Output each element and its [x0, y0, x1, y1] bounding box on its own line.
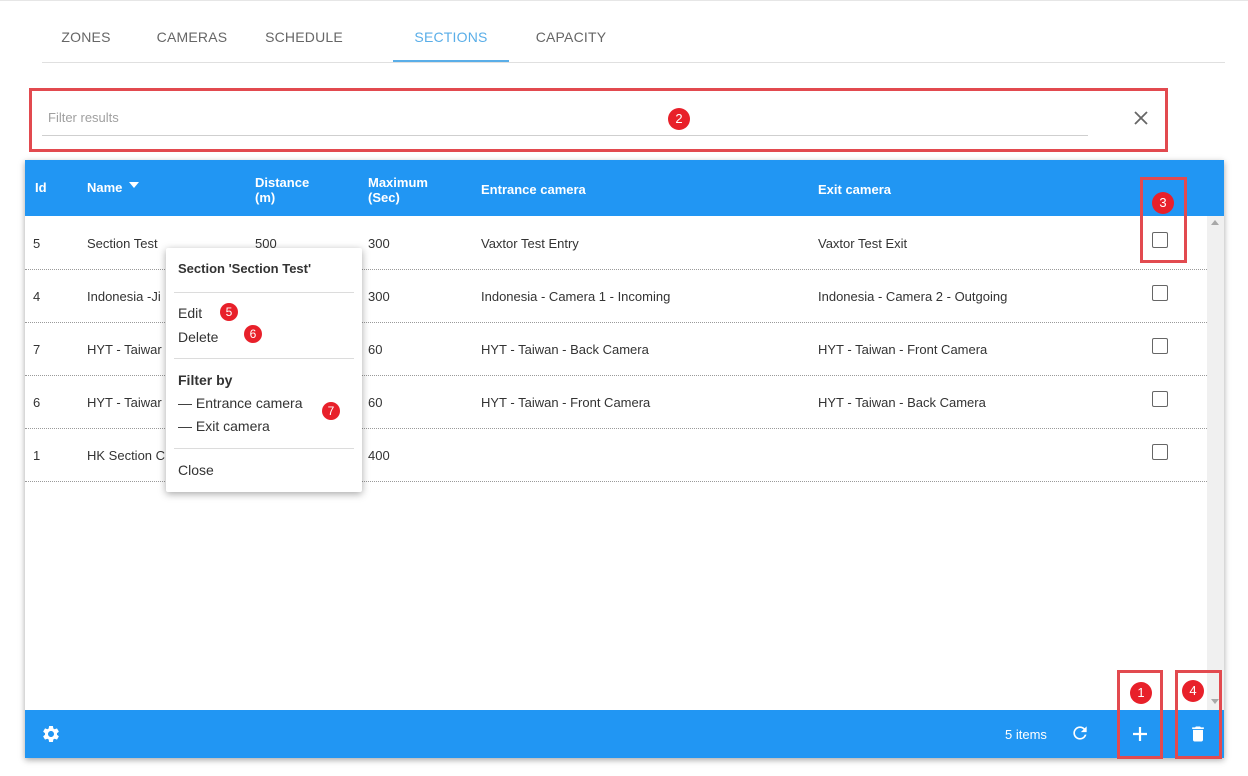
cell-exit-camera: Indonesia - Camera 2 - Outgoing: [818, 289, 1008, 304]
top-divider: [0, 0, 1248, 1]
column-header-id[interactable]: Id: [35, 180, 47, 195]
cell-exit-camera: HYT - Taiwan - Back Camera: [818, 395, 986, 410]
tab-capacity[interactable]: CAPACITY: [522, 18, 620, 62]
annotation-badge: 2: [668, 108, 690, 130]
cell-name: HYT - Taiwar: [87, 395, 162, 410]
row-checkbox[interactable]: [1152, 444, 1168, 460]
context-menu-filter-entrance[interactable]: — Entrance camera: [178, 395, 303, 411]
cell-name: HK Section C: [87, 448, 166, 463]
column-header-distance-line1: Distance: [255, 175, 310, 190]
context-menu-close[interactable]: Close: [178, 462, 214, 478]
column-header-maximum[interactable]: Maximum (Sec): [368, 175, 428, 205]
cell-id: 5: [33, 236, 41, 251]
context-menu-filter-heading: Filter by: [178, 372, 233, 388]
cell-id: 1: [33, 448, 41, 463]
cell-name: HYT - Taiwar: [87, 342, 162, 357]
cell-id: 4: [33, 289, 41, 304]
annotation-badge: 1: [1130, 682, 1152, 704]
tab-schedule[interactable]: SCHEDULE: [254, 18, 354, 62]
row-context-menu: Section 'Section Test' Edit Delete Filte…: [166, 248, 362, 492]
annotation-badge: 7: [322, 402, 340, 420]
column-header-maximum-line1: Maximum: [368, 175, 428, 190]
cell-entrance-camera: Vaxtor Test Entry: [481, 236, 579, 251]
scroll-up-arrow-icon[interactable]: [1211, 220, 1219, 225]
column-header-distance-line2: (m): [255, 190, 276, 205]
table-header: Id Name Distance (m) Maximum (Sec) Entra…: [25, 160, 1224, 216]
cell-entrance-camera: Indonesia - Camera 1 - Incoming: [481, 289, 671, 304]
column-header-exit-camera[interactable]: Exit camera: [818, 182, 891, 197]
cell-entrance-camera: HYT - Taiwan - Front Camera: [481, 395, 651, 410]
tab-sections[interactable]: SECTIONS: [393, 18, 509, 62]
gear-icon[interactable]: [41, 724, 61, 744]
column-header-maximum-line2: (Sec): [368, 190, 400, 205]
column-header-name[interactable]: Name: [87, 180, 122, 195]
row-checkbox[interactable]: [1152, 285, 1168, 301]
column-header-entrance-camera[interactable]: Entrance camera: [481, 182, 586, 197]
row-checkbox[interactable]: [1152, 338, 1168, 354]
tab-cameras[interactable]: CAMERAS: [146, 18, 238, 62]
cell-id: 7: [33, 342, 41, 357]
cell-exit-camera: HYT - Taiwan - Front Camera: [818, 342, 988, 357]
cell-name: Indonesia -Ji: [87, 289, 161, 304]
context-menu-title: Section 'Section Test': [178, 261, 312, 276]
annotation-badge: 3: [1152, 192, 1174, 214]
context-menu-edit[interactable]: Edit: [178, 305, 202, 321]
item-count: 5 items: [1005, 727, 1047, 742]
sort-descending-caret-icon[interactable]: [129, 182, 139, 188]
context-menu-delete[interactable]: Delete: [178, 329, 218, 345]
context-menu-filter-exit[interactable]: — Exit camera: [178, 418, 270, 434]
annotation-badge: 6: [244, 325, 262, 343]
tabs-divider: [42, 62, 1225, 63]
context-menu-divider: [174, 448, 354, 449]
annotation-box-checkbox: [1140, 177, 1187, 263]
cell-entrance-camera: HYT - Taiwan - Back Camera: [481, 342, 649, 357]
cell-exit-camera: Vaxtor Test Exit: [818, 236, 908, 251]
context-menu-divider: [174, 358, 354, 359]
annotation-badge: 4: [1182, 680, 1204, 702]
cell-maximum: 60: [368, 395, 383, 410]
annotation-badge: 5: [220, 303, 238, 321]
cell-maximum: 60: [368, 342, 383, 357]
refresh-icon[interactable]: [1070, 723, 1090, 743]
cell-maximum: 300: [368, 236, 390, 251]
context-menu-divider: [174, 292, 354, 293]
cell-name: Section Test: [87, 236, 158, 251]
cell-id: 6: [33, 395, 41, 410]
cell-maximum: 400: [368, 448, 390, 463]
tab-zones[interactable]: ZONES: [42, 18, 130, 62]
table-footer: 5 items: [25, 710, 1224, 758]
vertical-scrollbar[interactable]: [1207, 216, 1224, 710]
column-header-distance[interactable]: Distance (m): [255, 175, 309, 205]
cell-maximum: 300: [368, 289, 390, 304]
row-checkbox[interactable]: [1152, 391, 1168, 407]
annotation-box-filter: [29, 88, 1168, 152]
